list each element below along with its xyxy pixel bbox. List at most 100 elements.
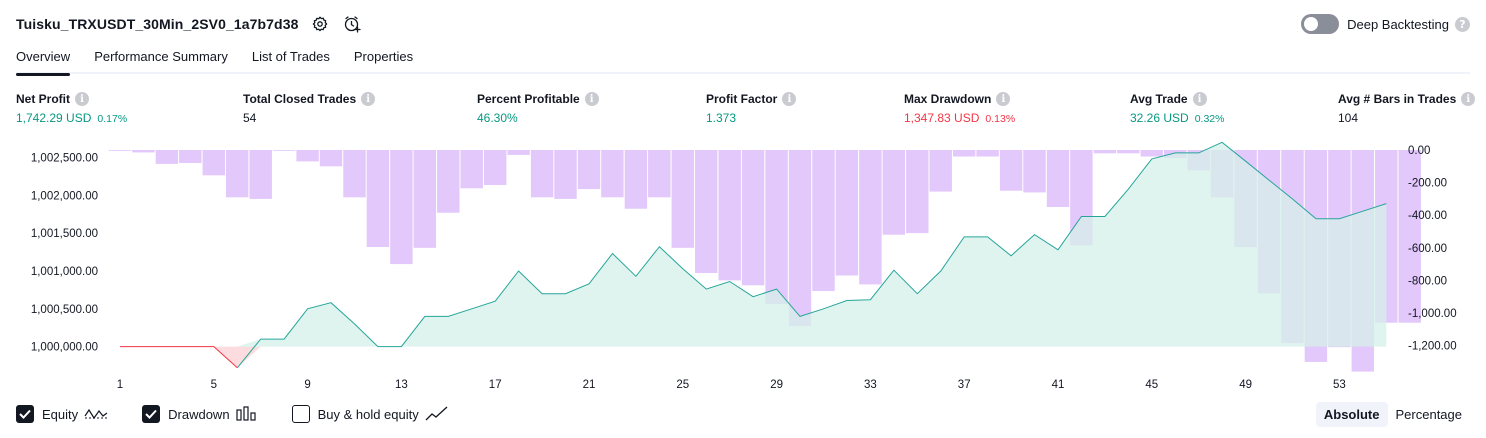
right-axis-tick-label: -800.00 bbox=[1408, 275, 1447, 287]
absolute-mode-button[interactable]: Absolute bbox=[1315, 401, 1388, 427]
drawdown-bar bbox=[835, 150, 859, 276]
buy-hold-line-glyph-icon bbox=[425, 406, 449, 422]
drawdown-bar bbox=[319, 150, 343, 167]
tab-overview[interactable]: Overview bbox=[16, 44, 71, 76]
drawdown-bar bbox=[1023, 150, 1046, 193]
drawdown-bar bbox=[859, 150, 882, 285]
metric-percent: 0.32% bbox=[1194, 113, 1225, 125]
equity-line-glyph-icon bbox=[84, 406, 108, 422]
drawdown-bars-glyph-icon bbox=[235, 406, 258, 422]
drawdown-bar bbox=[999, 150, 1023, 191]
drawdown-bar bbox=[296, 150, 319, 162]
drawdown-bar bbox=[577, 150, 601, 190]
right-axis-tick-label: -600.00 bbox=[1408, 243, 1447, 255]
deep-backtesting-label: Deep Backtesting bbox=[1347, 16, 1449, 32]
drawdown-bar bbox=[554, 150, 577, 199]
x-axis-tick-label: 45 bbox=[1145, 379, 1158, 391]
equity-checkbox[interactable] bbox=[16, 405, 34, 423]
drawdown-bar bbox=[484, 150, 507, 185]
drawdown-bar bbox=[741, 150, 765, 286]
drawdown-bar bbox=[249, 150, 272, 199]
x-axis-tick-label: 9 bbox=[304, 379, 310, 391]
tab-list-of-trades[interactable]: List of Trades bbox=[252, 44, 330, 74]
left-axis-tick-label: 1,002,000.00 bbox=[31, 190, 98, 202]
drawdown-bar bbox=[1046, 150, 1070, 207]
metric-percent: 0.13% bbox=[985, 113, 1016, 125]
value-mode-switch: Absolute Percentage bbox=[1315, 401, 1471, 427]
metric-percent: 0.17% bbox=[97, 113, 128, 125]
legend-equity[interactable]: Equity bbox=[16, 405, 108, 423]
drawdown-bar bbox=[179, 150, 202, 163]
x-axis-tick-label: 13 bbox=[395, 379, 408, 391]
info-icon[interactable]: i bbox=[1192, 92, 1207, 106]
equity-drawdown-chart: 1,002,500.00 1,002,000.00 1,001,500.00 1,00… bbox=[31, 141, 1457, 391]
legend-buy-hold-equity[interactable]: Buy & hold equity bbox=[291, 405, 449, 423]
x-axis-tick-label: 17 bbox=[489, 379, 502, 391]
left-axis-tick-label: 1,002,500.00 bbox=[31, 152, 98, 164]
drawdown-bar bbox=[929, 150, 952, 192]
drawdown-bar bbox=[202, 150, 225, 176]
add-alert-clock-icon[interactable] bbox=[342, 14, 362, 34]
drawdown-bar bbox=[108, 150, 132, 151]
percentage-mode-button[interactable]: Percentage bbox=[1388, 402, 1471, 427]
metric-net-profit: Net Profit i 1,742.29 USD 0.17% bbox=[16, 92, 127, 125]
drawdown-checkbox[interactable] bbox=[142, 405, 161, 423]
metric-label: Avg Trade bbox=[1130, 92, 1188, 106]
drawdown-bar bbox=[437, 150, 460, 213]
x-axis-tick-label: 49 bbox=[1239, 379, 1252, 391]
tab-bar: Overview Performance Summary List of Tra… bbox=[16, 44, 1470, 76]
drawdown-bar bbox=[1093, 150, 1117, 154]
metric-avg-trade: Avg Trade i 32.26 USD 0.32% bbox=[1130, 92, 1224, 125]
info-icon[interactable]: i bbox=[75, 92, 89, 106]
drawdown-bar bbox=[390, 150, 413, 265]
x-axis-tick-label: 25 bbox=[676, 379, 689, 391]
header: Tuisku_TRXUSDT_30Min_2SV0_1a7b7d38 bbox=[16, 13, 362, 35]
drawdown-bar bbox=[624, 150, 648, 209]
metric-max-drawdown: Max Drawdown i 1,347.83 USD 0.13% bbox=[904, 92, 1015, 125]
left-axis-tick-label: 1,000,000.00 bbox=[31, 342, 98, 354]
metric-label: Profit Factor bbox=[706, 92, 778, 106]
metric-value: 54 bbox=[243, 111, 257, 125]
x-axis-tick-label: 37 bbox=[958, 379, 971, 391]
equity-label: Equity bbox=[42, 406, 79, 422]
metric-value: 1.373 bbox=[706, 111, 737, 125]
drawdown-bar bbox=[226, 150, 249, 198]
info-icon[interactable]: i bbox=[584, 92, 599, 106]
drawdown-bar bbox=[671, 150, 694, 248]
drawdown-bar bbox=[132, 150, 155, 153]
drawdown-label: Drawdown bbox=[168, 406, 230, 422]
metric-label: Net Profit bbox=[16, 92, 70, 106]
drawdown-bar bbox=[882, 150, 905, 235]
drawdown-bar bbox=[507, 150, 530, 155]
tab-properties[interactable]: Properties bbox=[354, 44, 413, 74]
metric-label: Avg # Bars in Trades bbox=[1338, 92, 1457, 106]
drawdown-bar bbox=[343, 150, 366, 198]
drawdown-bar bbox=[1117, 150, 1140, 154]
tab-performance-summary[interactable]: Performance Summary bbox=[94, 44, 228, 74]
metric-value: 104 bbox=[1338, 111, 1359, 125]
buy-hold-checkbox[interactable] bbox=[291, 405, 310, 423]
help-icon[interactable]: ? bbox=[1455, 16, 1470, 32]
right-axis-tick-label: -200.00 bbox=[1408, 178, 1447, 190]
x-axis-tick-label: 33 bbox=[864, 379, 877, 391]
legend-drawdown[interactable]: Drawdown bbox=[142, 405, 257, 423]
x-axis-tick-label: 41 bbox=[1052, 379, 1065, 391]
info-icon[interactable]: i bbox=[361, 92, 376, 106]
metric-label: Max Drawdown bbox=[904, 92, 992, 106]
metric-value: 1,347.83 USD bbox=[904, 111, 980, 125]
metric-avg-bars-in-trades: Avg # Bars in Trades i 104 bbox=[1338, 92, 1476, 125]
deep-backtesting-toggle[interactable] bbox=[1301, 14, 1340, 34]
drawdown-bar bbox=[601, 150, 624, 198]
buy-hold-label: Buy & hold equity bbox=[317, 406, 419, 422]
info-icon[interactable]: i bbox=[782, 92, 797, 106]
drawdown-bar bbox=[648, 150, 671, 198]
left-axis-tick-label: 1,000,500.00 bbox=[31, 304, 98, 316]
drawdown-bar bbox=[413, 150, 436, 248]
info-icon[interactable]: i bbox=[996, 92, 1011, 106]
settings-gear-icon[interactable] bbox=[310, 14, 330, 34]
left-axis-tick-label: 1,001,000.00 bbox=[31, 266, 98, 278]
x-axis-tick-label: 5 bbox=[211, 379, 217, 391]
info-icon[interactable]: i bbox=[1461, 92, 1476, 106]
metric-label: Total Closed Trades bbox=[243, 92, 357, 106]
strategy-title: Tuisku_TRXUSDT_30Min_2SV0_1a7b7d38 bbox=[16, 16, 299, 32]
